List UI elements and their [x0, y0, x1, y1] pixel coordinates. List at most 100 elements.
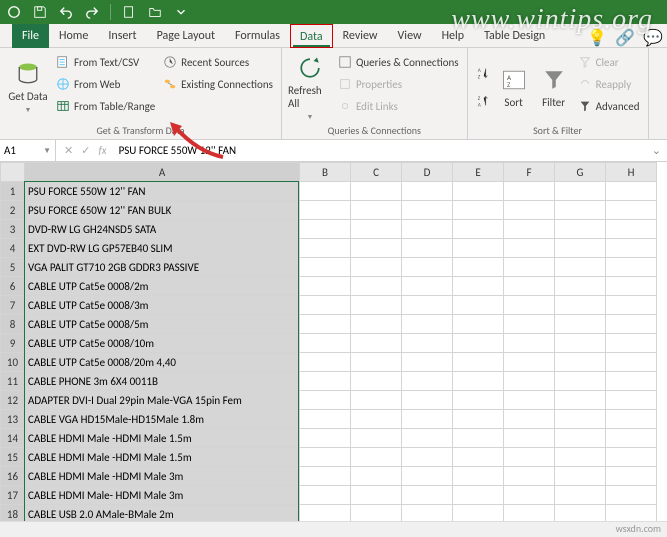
- row-header[interactable]: 4: [1, 239, 25, 258]
- cell[interactable]: [453, 391, 504, 410]
- cell[interactable]: [351, 410, 402, 429]
- cell[interactable]: [402, 334, 453, 353]
- cell[interactable]: [402, 239, 453, 258]
- cell[interactable]: [504, 353, 555, 372]
- cell[interactable]: [402, 429, 453, 448]
- cell[interactable]: [402, 277, 453, 296]
- row-header[interactable]: 9: [1, 334, 25, 353]
- cell[interactable]: CABLE UTP Cat5e 0008/2m: [25, 277, 300, 296]
- cell[interactable]: [606, 448, 657, 467]
- new-icon[interactable]: [121, 4, 137, 20]
- tab-table-design[interactable]: Table Design: [474, 24, 555, 48]
- existing-connections-button[interactable]: Existing Connections: [161, 74, 275, 94]
- queries-connections-button[interactable]: Queries & Connections: [336, 52, 461, 72]
- cell[interactable]: [504, 296, 555, 315]
- share-icon[interactable]: 🔗: [615, 28, 631, 44]
- cell[interactable]: CABLE USB 2.0 AMale-BMale 2m: [25, 505, 300, 522]
- cell[interactable]: [351, 429, 402, 448]
- column-header[interactable]: F: [504, 163, 555, 182]
- cell[interactable]: [504, 277, 555, 296]
- cell[interactable]: CABLE HDMI Male -HDMI Male 1.5m: [25, 429, 300, 448]
- cell[interactable]: [555, 505, 606, 522]
- cell[interactable]: CABLE UTP Cat5e 0008/3m: [25, 296, 300, 315]
- cell[interactable]: [606, 220, 657, 239]
- cell[interactable]: [402, 467, 453, 486]
- cell[interactable]: CABLE PHONE 3m 6X4 0011B: [25, 372, 300, 391]
- cell[interactable]: [300, 372, 351, 391]
- cell[interactable]: DVD-RW LG GH24NSD5 SATA: [25, 220, 300, 239]
- cell[interactable]: [555, 391, 606, 410]
- row-header[interactable]: 17: [1, 486, 25, 505]
- cell[interactable]: [402, 410, 453, 429]
- cell[interactable]: [402, 296, 453, 315]
- cell[interactable]: CABLE HDMI Male -HDMI Male 1.5m: [25, 448, 300, 467]
- comments-icon[interactable]: 💬: [643, 28, 659, 44]
- cell[interactable]: [453, 296, 504, 315]
- row-header[interactable]: 1: [1, 182, 25, 201]
- row-header[interactable]: 16: [1, 467, 25, 486]
- cell[interactable]: [402, 448, 453, 467]
- cell[interactable]: [606, 353, 657, 372]
- cell[interactable]: [300, 486, 351, 505]
- cell[interactable]: [453, 220, 504, 239]
- cell[interactable]: [300, 201, 351, 220]
- cell[interactable]: [453, 277, 504, 296]
- cell[interactable]: [300, 410, 351, 429]
- cell[interactable]: [504, 486, 555, 505]
- row-header[interactable]: 12: [1, 391, 25, 410]
- cell[interactable]: [300, 353, 351, 372]
- cell[interactable]: [351, 353, 402, 372]
- cell[interactable]: [402, 258, 453, 277]
- enter-icon[interactable]: ✓: [81, 144, 90, 157]
- properties-button[interactable]: Properties: [336, 74, 461, 94]
- cell[interactable]: [351, 391, 402, 410]
- cell[interactable]: [555, 296, 606, 315]
- cell[interactable]: [351, 182, 402, 201]
- cell[interactable]: VGA PALIT GT710 2GB GDDR3 PASSIVE: [25, 258, 300, 277]
- cell[interactable]: [606, 391, 657, 410]
- cell[interactable]: [555, 315, 606, 334]
- cell[interactable]: PSU FORCE 650W 12'' FAN BULK: [25, 201, 300, 220]
- tab-home[interactable]: Home: [49, 24, 98, 48]
- cell[interactable]: [606, 410, 657, 429]
- cell[interactable]: [300, 448, 351, 467]
- cell[interactable]: CABLE UTP Cat5e 0008/5m: [25, 315, 300, 334]
- cell[interactable]: [402, 505, 453, 522]
- filter-button[interactable]: Filter: [536, 52, 572, 122]
- cell[interactable]: [504, 429, 555, 448]
- cell[interactable]: [606, 467, 657, 486]
- cell[interactable]: [402, 201, 453, 220]
- name-box[interactable]: A1▼: [0, 140, 56, 162]
- advanced-button[interactable]: Advanced: [576, 96, 642, 116]
- column-header[interactable]: E: [453, 163, 504, 182]
- cell[interactable]: [453, 334, 504, 353]
- cell[interactable]: [402, 315, 453, 334]
- cell[interactable]: [453, 429, 504, 448]
- formula-input[interactable]: [115, 144, 646, 157]
- cell[interactable]: [402, 486, 453, 505]
- cell[interactable]: [300, 429, 351, 448]
- tab-view[interactable]: View: [388, 24, 432, 48]
- from-text-csv-button[interactable]: From Text/CSV: [54, 52, 157, 72]
- cell[interactable]: [300, 239, 351, 258]
- cell[interactable]: [402, 182, 453, 201]
- redo-icon[interactable]: [84, 4, 100, 20]
- cell[interactable]: [453, 410, 504, 429]
- cell[interactable]: [555, 239, 606, 258]
- cell[interactable]: CABLE UTP Cat5e 0008/20m 4,40: [25, 353, 300, 372]
- sort-asc-button[interactable]: AZ: [474, 59, 492, 87]
- cell[interactable]: [504, 334, 555, 353]
- cell[interactable]: [606, 277, 657, 296]
- tab-review[interactable]: Review: [333, 24, 388, 48]
- cell[interactable]: [555, 448, 606, 467]
- cell[interactable]: [453, 486, 504, 505]
- open-icon[interactable]: [147, 4, 163, 20]
- cell[interactable]: [453, 315, 504, 334]
- fx-icon[interactable]: fx: [98, 144, 106, 157]
- cell[interactable]: [555, 334, 606, 353]
- autosave-icon[interactable]: [6, 4, 22, 20]
- edit-links-button[interactable]: Edit Links: [336, 96, 461, 116]
- cell[interactable]: [555, 220, 606, 239]
- cell[interactable]: CABLE VGA HD15Male-HD15Male 1.8m: [25, 410, 300, 429]
- cell[interactable]: [453, 182, 504, 201]
